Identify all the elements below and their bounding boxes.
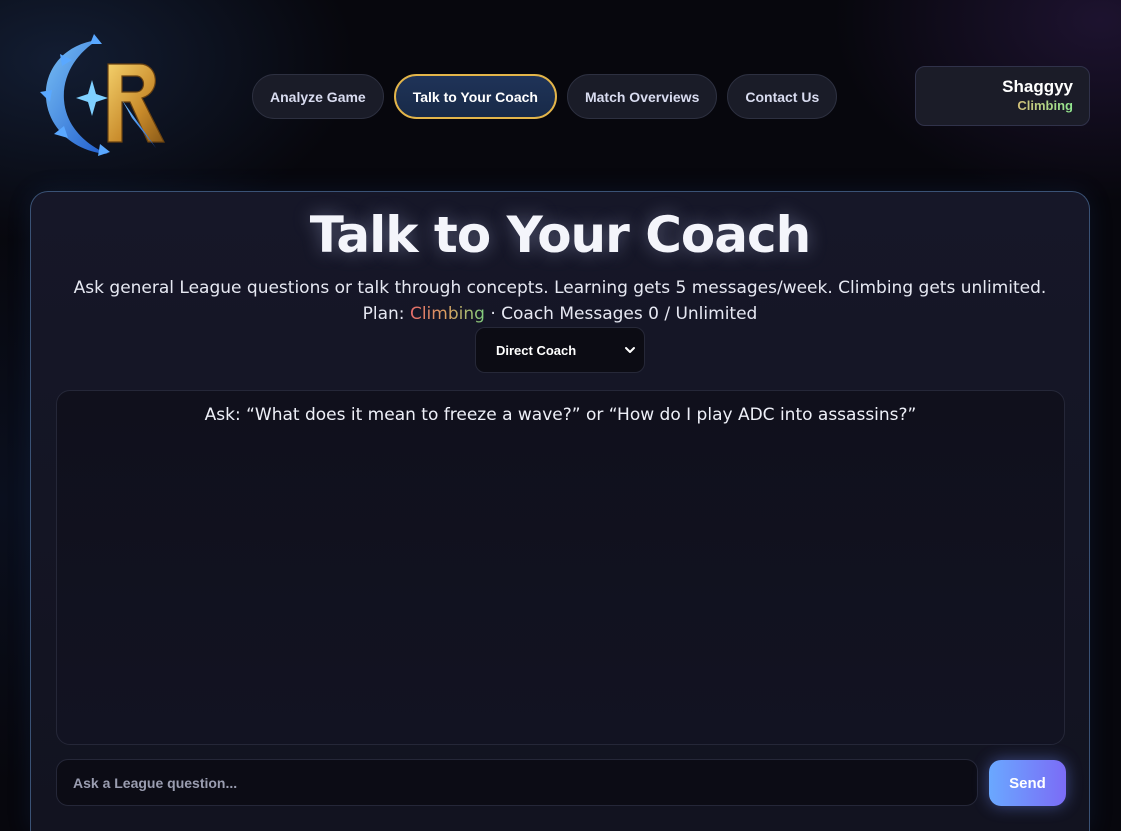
nav-match-overviews[interactable]: Match Overviews [566,74,718,119]
plan-value: Climbing [409,304,485,324]
main-nav: Analyze Game Talk to Your Coach Match Ov… [252,74,838,119]
user-plan-badge: Climbing [916,97,1073,114]
coach-panel: Talk to Your Coach Ask general League qu… [30,191,1090,831]
nav-analyze-game[interactable]: Analyze Game [252,74,384,119]
r-logo-icon [40,34,165,156]
send-button[interactable]: Send [989,760,1066,806]
question-input[interactable] [56,759,978,806]
page-subtitle: Ask general League questions or talk thr… [73,278,1047,298]
plan-label: Plan: [362,304,405,324]
nav-talk-to-coach[interactable]: Talk to Your Coach [393,74,557,119]
coach-mode-value: Direct Coach [496,342,577,358]
nav-contact-us[interactable]: Contact Us [727,74,838,119]
usage-text: · Coach Messages 0 / Unlimited [490,304,758,324]
brand-logo[interactable] [36,30,176,158]
chat-messages-area[interactable]: Ask: “What does it mean to freeze a wave… [56,390,1065,745]
chevron-down-icon [625,347,635,353]
chat-hint: Ask: “What does it mean to freeze a wave… [204,405,917,425]
plan-status: Plan: Climbing · Coach Messages 0 / Unli… [31,304,1089,324]
user-card[interactable]: Shaggyy Climbing [915,66,1090,126]
coach-mode-select[interactable]: Direct Coach [475,327,645,373]
page-title: Talk to Your Coach [309,206,812,264]
user-name: Shaggyy [1002,77,1073,96]
